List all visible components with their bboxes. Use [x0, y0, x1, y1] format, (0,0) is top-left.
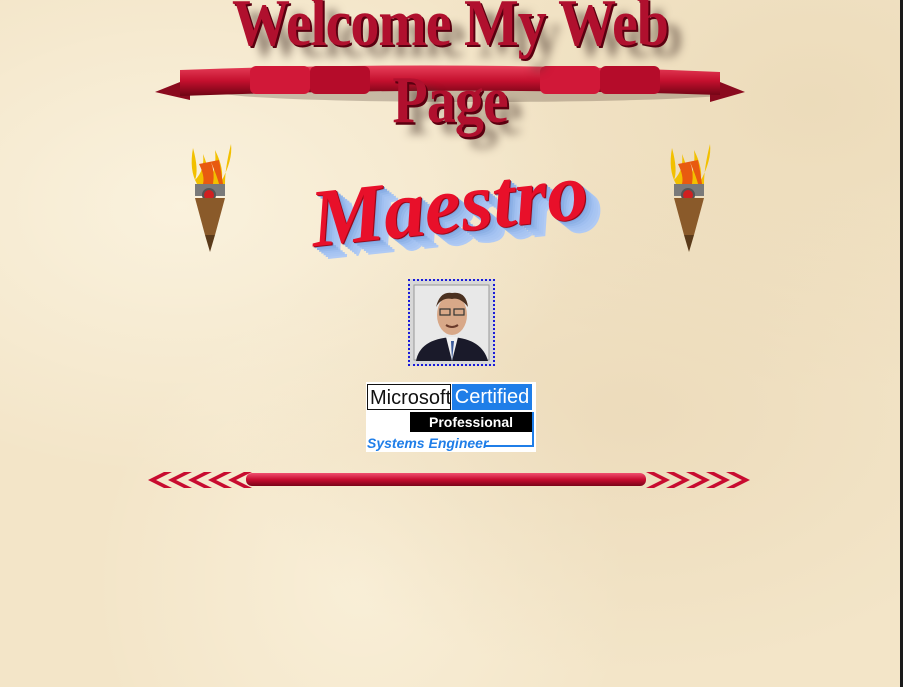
profile-photo-link[interactable]: [408, 279, 495, 366]
avatar: [413, 284, 490, 361]
title-banner: Welcome My Web Page: [150, 0, 750, 137]
torch-icon-right: [664, 140, 714, 255]
maestro-logo: Maestro: [283, 145, 615, 265]
logo-text: Maestro: [305, 144, 592, 265]
badge-sideline: [532, 412, 534, 447]
badge-certified: Certified: [452, 384, 532, 410]
page-title: Welcome My Web Page: [232, 0, 669, 137]
badge-professional: Professional: [410, 412, 532, 432]
badge-systems-engineer: Systems Engineer: [367, 435, 489, 451]
badge-underline: [484, 445, 534, 447]
badge-microsoft: Microsoft: [367, 384, 451, 410]
torch-icon-left: [185, 140, 235, 255]
mcse-badge: Microsoft Certified Professional Systems…: [366, 382, 536, 452]
arrow-divider: [146, 470, 752, 490]
